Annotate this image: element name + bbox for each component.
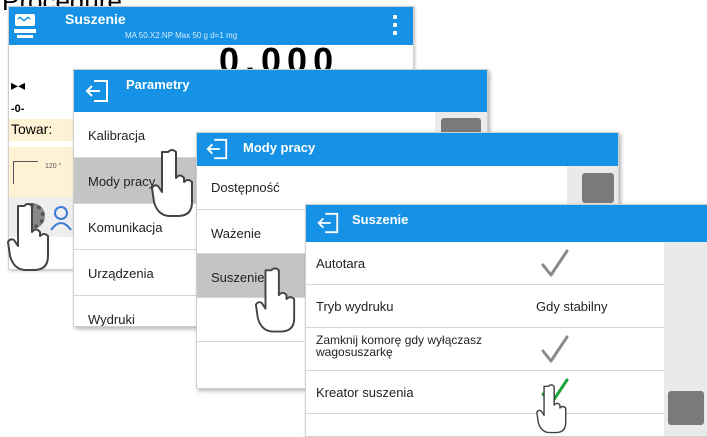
user-icon[interactable] bbox=[49, 205, 73, 231]
mody-title-bar: Mody pracy bbox=[197, 133, 618, 166]
suszenie-title: Suszenie bbox=[352, 212, 409, 227]
screen-title: Suszenie bbox=[65, 11, 126, 27]
back-icon[interactable] bbox=[84, 78, 110, 104]
setting-row-tryb-wydruku[interactable]: Tryb wydruku Gdy stabilny bbox=[306, 285, 664, 328]
parametry-title: Parametry bbox=[126, 77, 190, 92]
setting-label: Tryb wydruku bbox=[316, 299, 394, 314]
setting-label: Zamknij komorę gdy wyłączasz wagosuszark… bbox=[316, 333, 483, 359]
setting-row-kreator-suszenia[interactable]: Kreator suszenia bbox=[306, 371, 664, 414]
menu-item-label: Urządzenia bbox=[88, 266, 154, 281]
menu-item-label: Kalibracja bbox=[88, 128, 146, 143]
dryer-logo-icon bbox=[14, 14, 36, 38]
menu-item-label: Mody pracy bbox=[88, 174, 156, 189]
back-icon[interactable] bbox=[205, 137, 229, 161]
temperature-label: 120 ° bbox=[45, 163, 62, 170]
setting-row-zamknij-komore[interactable]: Zamknij komorę gdy wyłączasz wagosuszark… bbox=[306, 328, 664, 371]
menu-item-label: Wydruki bbox=[88, 312, 135, 327]
menu-kebab-icon[interactable] bbox=[393, 15, 398, 39]
title-bar: Suszenie MA 50.X2.NP Max 50 g d=1 mg bbox=[9, 7, 413, 45]
parametry-title-bar: Parametry bbox=[74, 70, 487, 112]
hand-pointer-icon bbox=[7, 203, 49, 271]
hand-pointer-icon bbox=[254, 267, 296, 333]
stability-marker: ▸◂ bbox=[11, 77, 26, 93]
hand-pointer-icon bbox=[151, 149, 193, 217]
hand-pointer-icon bbox=[536, 384, 567, 434]
zero-marker: -0- bbox=[11, 103, 25, 115]
scroll-thumb[interactable] bbox=[582, 173, 614, 203]
scroll-thumb[interactable] bbox=[668, 391, 704, 425]
setting-label: Autotara bbox=[316, 256, 366, 271]
setting-label: Kreator suszenia bbox=[316, 385, 414, 400]
suszenie-window: Suszenie Autotara Tryb wydruku Gdy stabi… bbox=[305, 204, 707, 437]
back-icon[interactable] bbox=[316, 211, 340, 235]
checkmark-icon bbox=[541, 249, 569, 277]
setting-value: Gdy stabilny bbox=[536, 299, 608, 314]
menu-item-label: Ważenie bbox=[211, 226, 262, 241]
balance-info: MA 50.X2.NP Max 50 g d=1 mg bbox=[125, 31, 238, 40]
menu-item-label: Komunikacja bbox=[88, 220, 163, 235]
product-label: Towar: bbox=[11, 121, 53, 137]
mody-title: Mody pracy bbox=[243, 140, 316, 155]
suszenie-title-bar: Suszenie bbox=[306, 205, 707, 242]
menu-item-label: Dostępność bbox=[211, 180, 280, 195]
drying-profile-icon bbox=[13, 161, 38, 184]
setting-row-autotara[interactable]: Autotara bbox=[306, 242, 664, 285]
checkmark-icon bbox=[541, 335, 569, 363]
